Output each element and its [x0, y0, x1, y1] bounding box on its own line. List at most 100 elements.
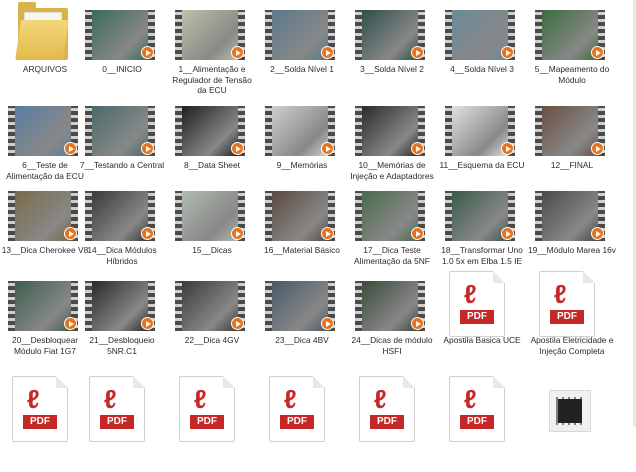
- file-name-label: 1__Alimentação e Regulador de Tensão da …: [172, 64, 252, 96]
- pdf-file-item[interactable]: ℓ PDF: [257, 376, 347, 472]
- play-badge-icon: [64, 317, 77, 330]
- video-file-item[interactable]: 11__Esquema da ECU: [437, 96, 527, 192]
- play-badge-icon: [321, 142, 334, 155]
- video-file-item[interactable]: 21__Desbloqueio 5NR.C1: [77, 271, 167, 367]
- pdf-file-item[interactable]: ℓ PDF: [437, 376, 527, 472]
- file-name-label: 10__Memórias de Injeção e Adaptadores: [350, 160, 434, 181]
- play-badge-icon: [231, 142, 244, 155]
- play-badge-icon: [591, 227, 604, 240]
- play-badge-icon: [141, 227, 154, 240]
- video-thumbnail-icon: [85, 281, 155, 331]
- file-name-label: 2__Solda Nível 1: [270, 64, 334, 74]
- play-badge-icon: [411, 227, 424, 240]
- pdf-file-item[interactable]: ℓ PDF: [347, 376, 437, 472]
- video-file-item[interactable]: 16__Material Básico: [257, 181, 347, 277]
- video-file-item[interactable]: 8__Data Sheet: [167, 96, 257, 192]
- video-file-item[interactable]: 18__Transformar Uno 1.0 5x em Elba 1.5 I…: [437, 181, 527, 277]
- video-file-item[interactable]: 12__FINAL: [527, 96, 617, 192]
- play-badge-icon: [231, 46, 244, 59]
- play-badge-icon: [321, 46, 334, 59]
- pdf-icon: ℓ PDF: [179, 376, 235, 442]
- pdf-icon: ℓ PDF: [359, 376, 415, 442]
- play-badge-icon: [64, 142, 77, 155]
- pdf-file-item[interactable]: ℓ PDF: [167, 376, 257, 472]
- video-thumbnail-icon: [85, 106, 155, 156]
- video-file-item[interactable]: 23__Dica 4BV: [257, 271, 347, 367]
- video-file-item[interactable]: 5__Mapeamento do Módulo: [527, 0, 617, 96]
- video-thumbnail-icon: [265, 10, 335, 60]
- file-name-label: 11__Esquema da ECU: [439, 160, 525, 170]
- video-file-item[interactable]: 22__Dica 4GV: [167, 271, 257, 367]
- file-name-label: 22__Dica 4GV: [184, 335, 240, 345]
- pdf-badge: PDF: [550, 310, 584, 324]
- file-name-label: 9__Memórias: [276, 160, 328, 170]
- video-thumbnail-icon: [265, 106, 335, 156]
- video-thumbnail-icon: [175, 10, 245, 60]
- file-name-label: 7__Testando a Central: [79, 160, 165, 170]
- pdf-icon: ℓ PDF: [12, 376, 68, 442]
- video-thumbnail-icon: [445, 106, 515, 156]
- pdf-badge: PDF: [460, 310, 494, 324]
- file-grid: ARQUIVOS 0__INICIO 1__Alimentação e Regula…: [0, 0, 636, 442]
- video-file-item[interactable]: 24__Dicas de módulo HSFI: [347, 271, 437, 367]
- video-file-item[interactable]: 1__Alimentação e Regulador de Tensão da …: [167, 0, 257, 96]
- video-file-item[interactable]: 14__Dica Módulos Híbridos: [77, 181, 167, 277]
- play-badge-icon: [321, 227, 334, 240]
- video-thumbnail-icon: [8, 281, 78, 331]
- video-file-item[interactable]: 3__Solda Nível 2: [347, 0, 437, 96]
- video-file-item[interactable]: 15__Dicas: [167, 181, 257, 277]
- play-badge-icon: [141, 317, 154, 330]
- file-name-label: 0__INICIO: [102, 64, 142, 74]
- file-name-label: 3__Solda Nível 2: [360, 64, 424, 74]
- play-badge-icon: [411, 46, 424, 59]
- play-badge-icon: [411, 317, 424, 330]
- video-thumbnail-icon: [535, 191, 605, 241]
- video-file-item[interactable]: 10__Memórias de Injeção e Adaptadores: [347, 96, 437, 192]
- file-name-label: 21__Desbloqueio 5NR.C1: [89, 335, 155, 356]
- play-badge-icon: [141, 142, 154, 155]
- video-thumbnail-icon: [175, 191, 245, 241]
- file-item[interactable]: [527, 376, 617, 472]
- play-badge-icon: [591, 142, 604, 155]
- pdf-file-item[interactable]: ℓ PDF Apostila Basica UCE: [437, 271, 527, 367]
- play-badge-icon: [501, 142, 514, 155]
- play-badge-icon: [64, 227, 77, 240]
- video-thumbnail-icon: [355, 191, 425, 241]
- play-badge-icon: [141, 46, 154, 59]
- file-name-label: 24__Dicas de módulo HSFI: [351, 335, 433, 356]
- pdf-icon: ℓ PDF: [449, 376, 505, 442]
- video-file-item[interactable]: 17__Dica Teste Alimentação da 5NF: [347, 181, 437, 277]
- play-badge-icon: [501, 227, 514, 240]
- video-file-item[interactable]: 7__Testando a Central: [77, 96, 167, 192]
- file-name-label: 14__Dica Módulos Híbridos: [87, 245, 157, 266]
- video-file-item[interactable]: 2__Solda Nível 1: [257, 0, 347, 96]
- video-thumbnail-icon: [535, 10, 605, 60]
- pdf-icon: ℓ PDF: [269, 376, 325, 442]
- video-thumbnail-icon: [355, 281, 425, 331]
- file-name-label: Apostila Eletricidade e Injeção Completa: [530, 335, 614, 356]
- play-badge-icon: [591, 46, 604, 59]
- video-thumbnail-icon: [535, 106, 605, 156]
- pdf-file-item[interactable]: ℓ PDF Apostila Eletricidade e Injeção Comp…: [527, 271, 617, 367]
- file-name-label: 12__FINAL: [550, 160, 594, 170]
- file-name-label: Apostila Basica UCE: [443, 335, 521, 345]
- video-thumbnail-icon: [265, 191, 335, 241]
- video-thumbnail-icon: [85, 10, 155, 60]
- pdf-file-item[interactable]: ℓ PDF: [77, 376, 167, 472]
- file-name-label: 18__Transformar Uno 1.0 5x em Elba 1.5 I…: [441, 245, 523, 266]
- pdf-icon: ℓ PDF: [539, 271, 595, 337]
- file-name-label: 17__Dica Teste Alimentação da 5NF: [354, 245, 430, 266]
- file-name-label: 8__Data Sheet: [184, 160, 240, 170]
- pdf-icon: ℓ PDF: [449, 271, 505, 337]
- video-thumbnail-icon: [175, 106, 245, 156]
- file-name-label: 5__Mapeamento do Módulo: [534, 64, 610, 85]
- video-thumbnail-icon: [175, 281, 245, 331]
- file-name-label: 23__Dica 4BV: [275, 335, 329, 345]
- video-thumbnail-icon: [8, 106, 78, 156]
- file-name-label: 15__Dicas: [192, 245, 232, 255]
- video-thumbnail-icon: [355, 106, 425, 156]
- video-file-item[interactable]: 9__Memórias: [257, 96, 347, 192]
- video-file-item[interactable]: 4__Solda Nível 3: [437, 0, 527, 96]
- video-file-item[interactable]: 0__INICIO: [77, 0, 167, 96]
- video-file-item[interactable]: 19__Módulo Marea 16v: [527, 181, 617, 277]
